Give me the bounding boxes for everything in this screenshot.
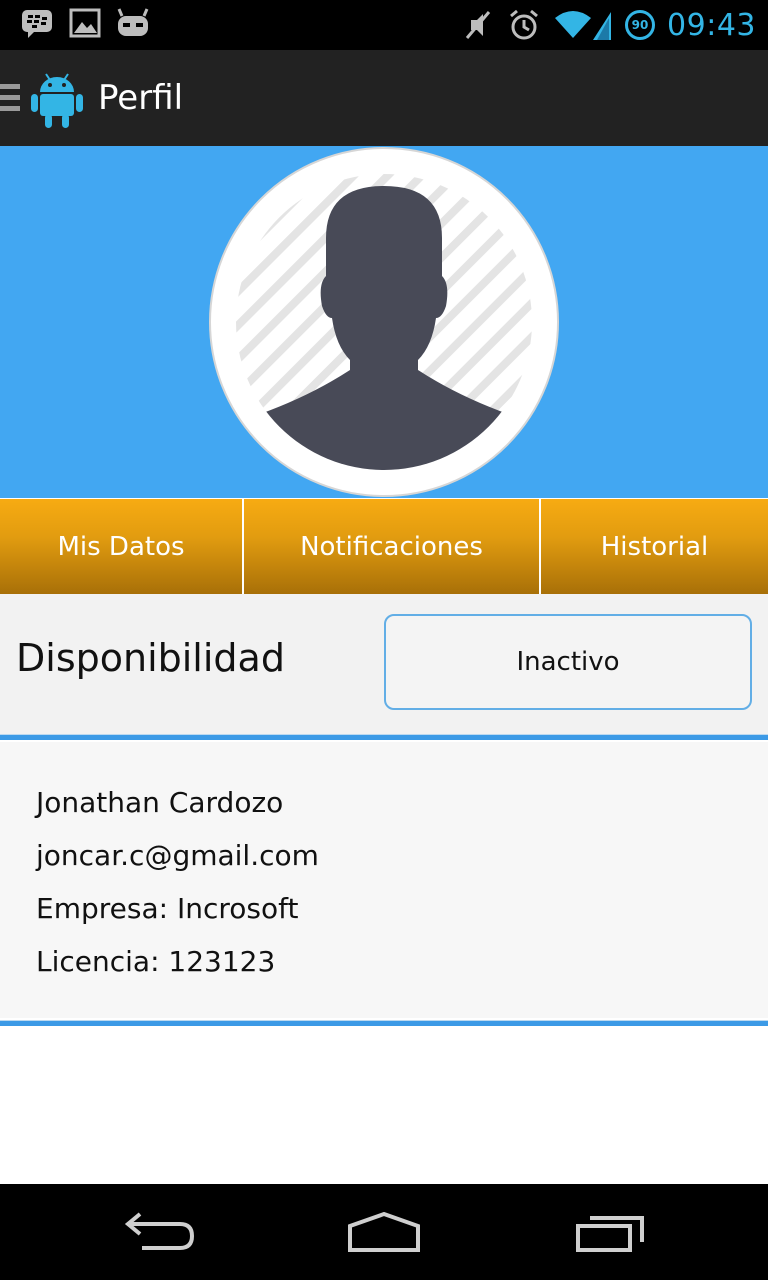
profile-info-card: Jonathan Cardozo joncar.c@gmail.com Empr…: [0, 742, 768, 1018]
recents-icon[interactable]: [574, 1212, 648, 1254]
profile-name: Jonathan Cardozo: [36, 786, 284, 819]
notification-icons: [20, 6, 150, 40]
availability-toggle-button[interactable]: Inactivo: [384, 614, 752, 710]
navigation-bar: [0, 1184, 768, 1280]
empty-area: [0, 1028, 768, 1184]
menu-icon[interactable]: [0, 84, 20, 112]
divider: [0, 734, 768, 740]
profile-placeholder-icon[interactable]: [208, 146, 560, 498]
mute-icon: [465, 11, 491, 39]
clock: 09:43: [667, 7, 756, 43]
battery-icon: 90: [625, 10, 656, 40]
page-title: Perfil: [98, 78, 184, 118]
tab-notificaciones[interactable]: Notificaciones: [244, 498, 541, 594]
tab-mis-datos[interactable]: Mis Datos: [0, 498, 244, 594]
availability-label: Disponibilidad: [16, 636, 285, 680]
home-icon[interactable]: [346, 1212, 422, 1254]
cyanogen-icon: [117, 8, 149, 36]
action-bar: Perfil: [0, 50, 768, 146]
bbm-icon: [22, 10, 52, 38]
profile-header: [0, 146, 768, 498]
status-bar: 90 09:43: [0, 0, 768, 50]
availability-row: Disponibilidad Inactivo: [0, 594, 768, 734]
gallery-icon: [69, 8, 101, 38]
profile-license: Licencia: 123123: [36, 945, 276, 978]
divider: [0, 1020, 768, 1026]
tab-bar: Mis Datos Notificaciones Historial: [0, 498, 768, 594]
profile-email: joncar.c@gmail.com: [36, 839, 319, 872]
wifi-signal-icon: [555, 11, 612, 40]
back-icon[interactable]: [124, 1212, 196, 1252]
alarm-icon: [510, 9, 538, 40]
profile-company: Empresa: Incrosoft: [36, 892, 299, 925]
system-icons: 90 09:43: [461, 0, 756, 50]
tab-historial[interactable]: Historial: [541, 498, 768, 594]
android-logo-icon[interactable]: [30, 70, 84, 128]
